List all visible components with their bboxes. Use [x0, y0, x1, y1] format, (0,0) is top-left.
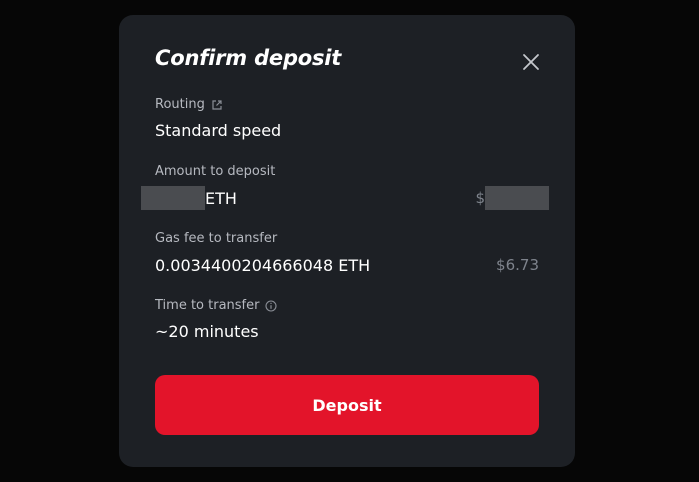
amount-label: Amount to deposit — [155, 164, 276, 179]
redacted-amount — [141, 186, 205, 210]
amount-value: ETH — [141, 186, 237, 210]
gas-fee-label: Gas fee to transfer — [155, 231, 278, 246]
deposit-button[interactable]: Deposit — [155, 375, 539, 435]
gas-fee-usd: $6.73 — [496, 256, 539, 274]
close-icon — [523, 54, 539, 70]
confirm-deposit-modal: Confirm deposit Routing Standard speed A… — [119, 15, 575, 467]
modal-title: Confirm deposit — [155, 46, 342, 70]
time-value: ~20 minutes — [155, 322, 259, 341]
amount-usd-prefix: $ — [475, 189, 485, 207]
gas-fee-value: 0.0034400204666048 ETH — [155, 256, 371, 275]
external-link-icon[interactable] — [211, 99, 223, 111]
routing-label-text: Routing — [155, 97, 205, 112]
routing-label: Routing — [155, 97, 223, 112]
amount-currency: ETH — [205, 188, 237, 208]
routing-value: Standard speed — [155, 121, 282, 140]
time-label: Time to transfer — [155, 298, 278, 313]
amount-usd: $ — [475, 186, 549, 210]
close-button[interactable] — [519, 50, 543, 74]
redacted-usd-amount — [485, 186, 549, 210]
info-icon[interactable] — [265, 299, 278, 312]
time-label-text: Time to transfer — [155, 298, 260, 313]
